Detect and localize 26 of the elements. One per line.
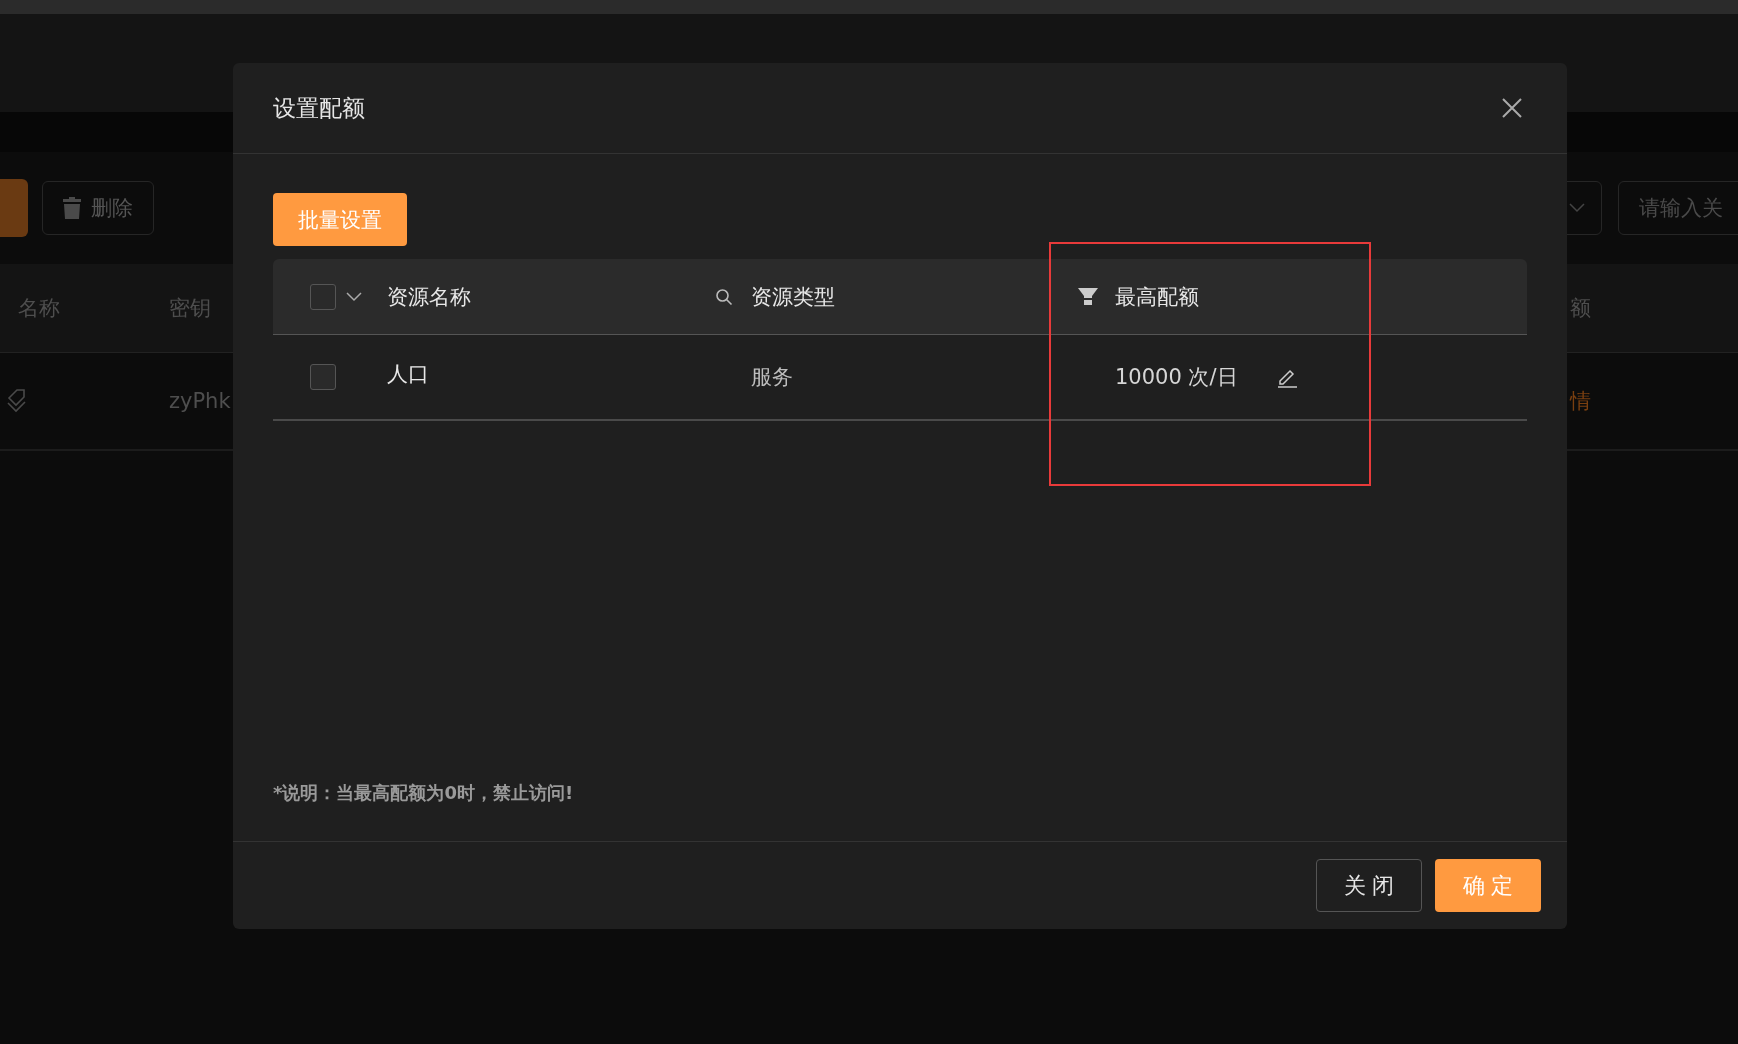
chevron-down-icon bbox=[1569, 203, 1585, 213]
trash-icon bbox=[63, 197, 81, 219]
dialog-title: 设置配额 bbox=[273, 93, 365, 123]
confirm-button[interactable]: 确 定 bbox=[1435, 859, 1541, 912]
column-header: 资源类型 bbox=[751, 283, 836, 311]
close-button[interactable]: 关 闭 bbox=[1316, 859, 1422, 912]
column-header: 资源名称 bbox=[387, 283, 472, 311]
chevron-down-icon[interactable] bbox=[346, 291, 362, 302]
column-header: 密钥 bbox=[169, 295, 211, 322]
row-checkbox[interactable] bbox=[310, 364, 336, 390]
table-cell-text: 服务 bbox=[751, 364, 794, 391]
delete-button[interactable]: 删除 bbox=[42, 181, 154, 235]
column-header: 名称 bbox=[18, 295, 60, 322]
tag-icon bbox=[6, 389, 28, 413]
table-cell-text: 10000 次/日 bbox=[1115, 364, 1238, 391]
table-cell: zyPhk bbox=[169, 389, 231, 413]
details-link[interactable]: 情 bbox=[1570, 387, 1591, 415]
search-field[interactable]: 请输入关 bbox=[1618, 181, 1738, 235]
note-text: *说明：当最高配额为0时，禁止访问! bbox=[273, 781, 574, 805]
batch-set-button[interactable]: 批量设置 bbox=[273, 193, 407, 246]
search-icon[interactable] bbox=[715, 287, 733, 306]
filter-icon[interactable] bbox=[1078, 288, 1098, 305]
select-all-checkbox[interactable] bbox=[310, 283, 336, 310]
column-header: 额 bbox=[1570, 295, 1591, 322]
column-header: 最高配额 bbox=[1115, 283, 1200, 311]
table-cell-text: 人口 bbox=[387, 361, 430, 388]
